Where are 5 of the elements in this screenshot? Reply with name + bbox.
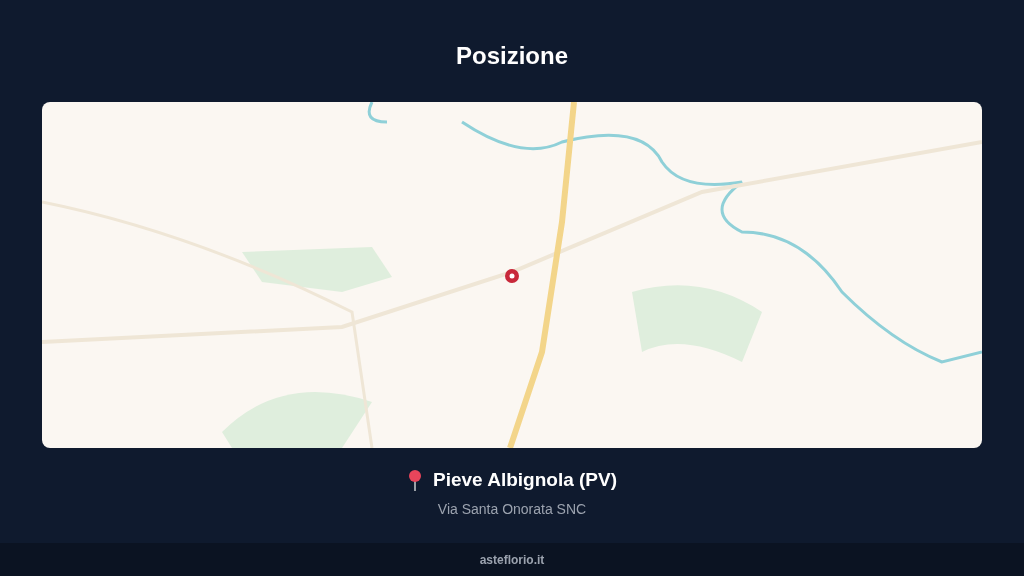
pin-icon <box>406 469 423 492</box>
location-name: Pieve Albignola (PV) <box>432 468 618 492</box>
section-title: Posizione <box>456 41 568 71</box>
location-address: Via Santa Onorata SNC <box>437 499 587 519</box>
footer-site: asteflorio.it <box>479 551 545 569</box>
